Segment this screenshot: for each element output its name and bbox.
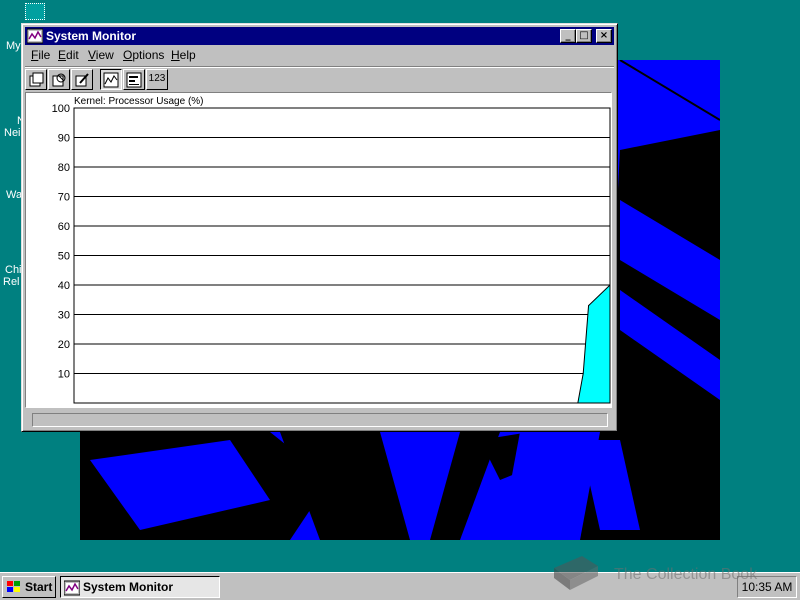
add-item-button[interactable] <box>25 69 47 90</box>
taskbar-button-label: System Monitor <box>83 580 174 594</box>
y-tick-label: 30 <box>58 310 70 322</box>
desktop-icon-label[interactable]: Wa <box>6 189 22 201</box>
y-tick-label: 70 <box>58 192 70 204</box>
desktop-icon-label[interactable]: Nei <box>4 127 21 139</box>
system-monitor-app-icon[interactable] <box>27 28 43 44</box>
maximize-icon: □ <box>579 30 589 41</box>
data-point <box>582 373 584 374</box>
add-item-icon <box>29 72 44 87</box>
watermark-text: The Collection Book <box>614 566 758 583</box>
menu-options[interactable]: Options <box>123 48 164 62</box>
y-tick-label: 20 <box>58 339 70 351</box>
desktop: My N Nei Wa Chi Rel System Monitor _ □ ×… <box>0 0 800 572</box>
y-tick-label: 90 <box>58 133 70 145</box>
minimize-button[interactable]: _ <box>560 29 576 43</box>
close-button[interactable]: × <box>596 29 612 43</box>
window-title: System Monitor <box>46 29 137 43</box>
edit-item-icon <box>75 73 89 87</box>
desktop-shortcut-icon[interactable] <box>25 3 45 20</box>
data-point <box>577 402 579 404</box>
bar-chart-view-icon <box>126 72 142 88</box>
status-bar <box>32 413 608 427</box>
numeric-view-button[interactable]: 123 <box>146 69 168 90</box>
system-monitor-window[interactable]: System Monitor _ □ × File Edit View Opti… <box>21 23 618 432</box>
chart-title: Kernel: Processor Usage (%) <box>74 96 204 107</box>
taskbar-button-system-monitor[interactable]: System Monitor <box>60 576 220 598</box>
y-tick-label: 50 <box>58 251 70 263</box>
edit-item-button[interactable] <box>71 69 93 90</box>
menu-edit[interactable]: Edit <box>58 48 79 62</box>
minimize-icon: _ <box>565 30 571 41</box>
system-monitor-app-icon <box>64 580 80 596</box>
numeric-view-icon: 123 <box>148 73 166 84</box>
data-point <box>73 402 75 404</box>
y-tick-label: 100 <box>52 103 70 115</box>
book-logo-icon <box>554 556 598 590</box>
menu-view[interactable]: View <box>88 48 114 62</box>
start-button[interactable]: Start <box>2 576 56 598</box>
desktop-icon-label[interactable]: Chi <box>5 264 22 276</box>
line-chart-view-icon <box>103 72 119 88</box>
windows-logo-icon <box>7 581 20 592</box>
y-tick-label: 80 <box>58 162 70 174</box>
start-label: Start <box>25 580 53 594</box>
maximize-button[interactable]: □ <box>576 29 592 43</box>
remove-item-button[interactable] <box>48 69 70 90</box>
remove-item-icon <box>52 73 66 87</box>
menu-bar: File Edit View Options Help <box>25 46 614 64</box>
line-chart-view-button[interactable] <box>100 69 122 90</box>
menu-help[interactable]: Help <box>171 48 196 62</box>
desktop-icon-label[interactable]: Rel <box>3 276 20 288</box>
title-bar[interactable]: System Monitor _ □ × <box>25 27 614 45</box>
close-icon: × <box>599 30 609 41</box>
bar-chart-view-button[interactable] <box>123 69 145 90</box>
desktop-icon-label[interactable]: My <box>6 40 21 52</box>
toolbar-separator <box>25 66 614 68</box>
y-tick-label: 10 <box>58 369 70 381</box>
watermark: The Collection Book <box>548 550 788 594</box>
processor-usage-chart: Kernel: Processor Usage (%) 100 90 80 70 60 5… <box>52 96 611 404</box>
y-tick-label: 40 <box>58 280 70 292</box>
menu-file[interactable]: File <box>31 48 50 62</box>
chart-panel: Kernel: Processor Usage (%) 100 90 80 70 60 5… <box>25 92 612 408</box>
data-point <box>609 284 611 286</box>
y-tick-label: 60 <box>58 221 70 233</box>
data-point <box>588 305 590 307</box>
